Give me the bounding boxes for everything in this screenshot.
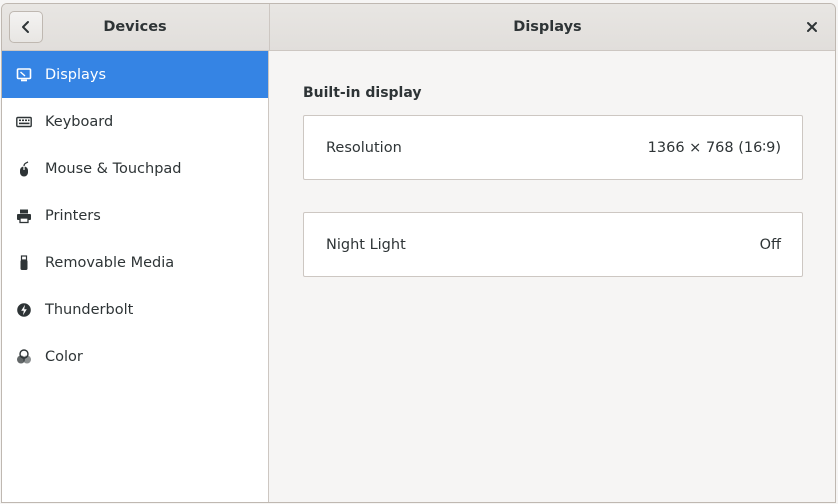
sidebar-item-label: Thunderbolt <box>45 301 134 318</box>
night-light-value: Off <box>759 236 781 253</box>
sidebar-item-label: Mouse & Touchpad <box>45 160 182 177</box>
sidebar-item-label: Color <box>45 348 83 365</box>
header-bar: Devices Displays <box>2 4 835 51</box>
sidebar-item-label: Keyboard <box>45 113 114 130</box>
sidebar-item-color[interactable]: Color <box>2 333 268 380</box>
settings-window: Devices Displays Displays Keyboard Mouse… <box>1 3 836 503</box>
night-light-label: Night Light <box>326 236 406 253</box>
sidebar-item-mouse-touchpad[interactable]: Mouse & Touchpad <box>2 145 268 192</box>
sidebar-item-label: Displays <box>45 66 107 83</box>
sidebar-item-label: Removable Media <box>45 254 175 271</box>
sidebar-item-displays[interactable]: Displays <box>2 51 268 98</box>
resolution-label: Resolution <box>326 139 402 156</box>
display-icon <box>16 67 32 83</box>
color-icon <box>16 348 32 365</box>
keyboard-icon <box>16 114 32 130</box>
sidebar-item-thunderbolt[interactable]: Thunderbolt <box>2 286 268 333</box>
mouse-icon <box>16 160 32 177</box>
close-button[interactable] <box>803 18 821 36</box>
page-title: Displays <box>513 19 582 35</box>
section-title: Built-in display <box>303 85 422 101</box>
usb-drive-icon <box>16 254 32 271</box>
night-light-row[interactable]: Night Light Off <box>303 212 803 277</box>
resolution-value: 1366 × 768 (16∶9) <box>647 139 781 156</box>
back-button[interactable] <box>9 11 43 43</box>
sidebar-title: Devices <box>103 19 167 35</box>
sidebar-item-printers[interactable]: Printers <box>2 192 268 239</box>
displays-panel: Built-in display Resolution 1366 × 768 (… <box>270 51 835 502</box>
close-icon <box>807 22 817 32</box>
resolution-row[interactable]: Resolution 1366 × 768 (16∶9) <box>303 115 803 180</box>
thunderbolt-icon <box>16 302 32 318</box>
printer-icon <box>16 208 32 224</box>
sidebar-item-removable-media[interactable]: Removable Media <box>2 239 268 286</box>
sidebar-item-label: Printers <box>45 207 101 224</box>
chevron-left-icon <box>22 21 29 33</box>
sidebar: Displays Keyboard Mouse & Touchpad Print… <box>2 51 269 502</box>
sidebar-item-keyboard[interactable]: Keyboard <box>2 98 268 145</box>
